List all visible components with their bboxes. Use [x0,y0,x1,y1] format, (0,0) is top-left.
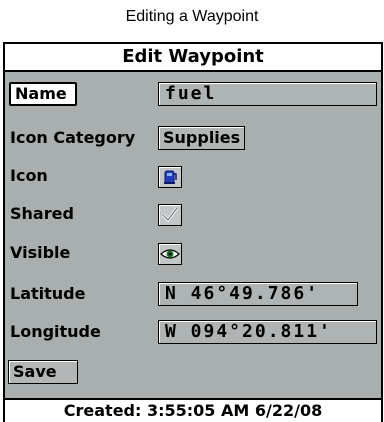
save-button[interactable]: Save [8,360,78,384]
longitude-label: Longitude [10,322,101,341]
eye-icon [160,249,180,259]
edit-waypoint-dialog: Edit Waypoint Name fuel Icon Category Su… [3,42,383,422]
icon-category-label: Icon Category [10,128,136,147]
icon-picker-button[interactable] [158,166,182,188]
page-caption: Editing a Waypoint [125,8,259,25]
created-timestamp: Created: 3:55:05 AM 6/22/08 [5,398,381,422]
shared-checkbox[interactable] [158,204,182,226]
shared-label: Shared [10,204,74,223]
name-field[interactable]: fuel [158,82,377,106]
name-label: Name [9,82,77,106]
visible-toggle[interactable] [158,243,182,265]
fuel-pump-icon [164,170,177,184]
latitude-field[interactable]: N 46°49.786' [158,282,358,306]
icon-category-select[interactable]: Supplies [158,126,246,150]
latitude-label: Latitude [10,284,86,303]
dialog-title: Edit Waypoint [5,44,381,72]
icon-label: Icon [10,166,48,185]
visible-label: Visible [10,243,71,262]
checkmark-icon [161,207,179,223]
longitude-field[interactable]: W 094°20.811' [158,320,377,344]
